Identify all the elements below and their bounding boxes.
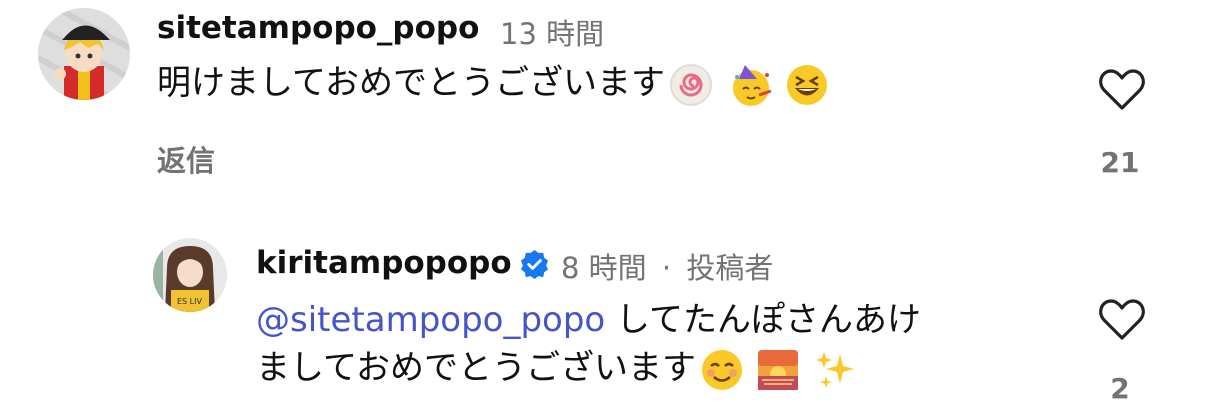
grinning-squinting-face-emoji <box>786 64 827 105</box>
mention-link[interactable]: @sitetampopo_popo <box>256 300 605 340</box>
verified-badge-icon <box>520 249 549 280</box>
comment-text-content: 明けましておめでとうございます <box>157 63 665 103</box>
comment-username[interactable]: sitetampopo_popo <box>157 10 479 46</box>
like-heart-icon[interactable] <box>1098 298 1146 342</box>
comment-timestamp: 8 時間 <box>561 251 647 285</box>
avatar[interactable]: ES LIV <box>153 238 227 312</box>
comment-username[interactable]: kiritampopopo <box>256 245 512 281</box>
like-count: 21 <box>1100 146 1140 179</box>
smiling-face-emoji <box>701 349 742 390</box>
sparkles-emoji <box>815 351 854 388</box>
comment-meta: 8 時間 · 投稿者 <box>561 245 773 287</box>
reply-button[interactable]: 返信 <box>157 138 215 180</box>
like-heart-icon[interactable] <box>1098 68 1146 112</box>
svg-text:ES LIV: ES LIV <box>177 297 202 306</box>
comment-text: @sitetampopo_popo してたんぽさんあけ <box>256 295 921 345</box>
meta-separator: · <box>661 251 672 285</box>
avatar-image <box>38 8 130 100</box>
sunrise-emoji <box>757 349 798 390</box>
like-count: 2 <box>1110 372 1130 405</box>
partying-face-emoji <box>732 64 772 106</box>
comment-timestamp: 13 時間 <box>500 17 605 51</box>
avatar-image: ES LIV <box>153 238 227 312</box>
naruto-emoji <box>669 63 712 106</box>
comment-text: 明けましておめでとうございます <box>157 58 829 108</box>
comment-text-line2: ましておめでとうございます <box>256 348 696 388</box>
comment-text: ましておめでとうございます <box>256 343 858 393</box>
author-badge: 投稿者 <box>686 251 774 285</box>
comment-text-line1: してたんぽさんあけ <box>605 300 922 340</box>
avatar[interactable] <box>38 8 130 100</box>
